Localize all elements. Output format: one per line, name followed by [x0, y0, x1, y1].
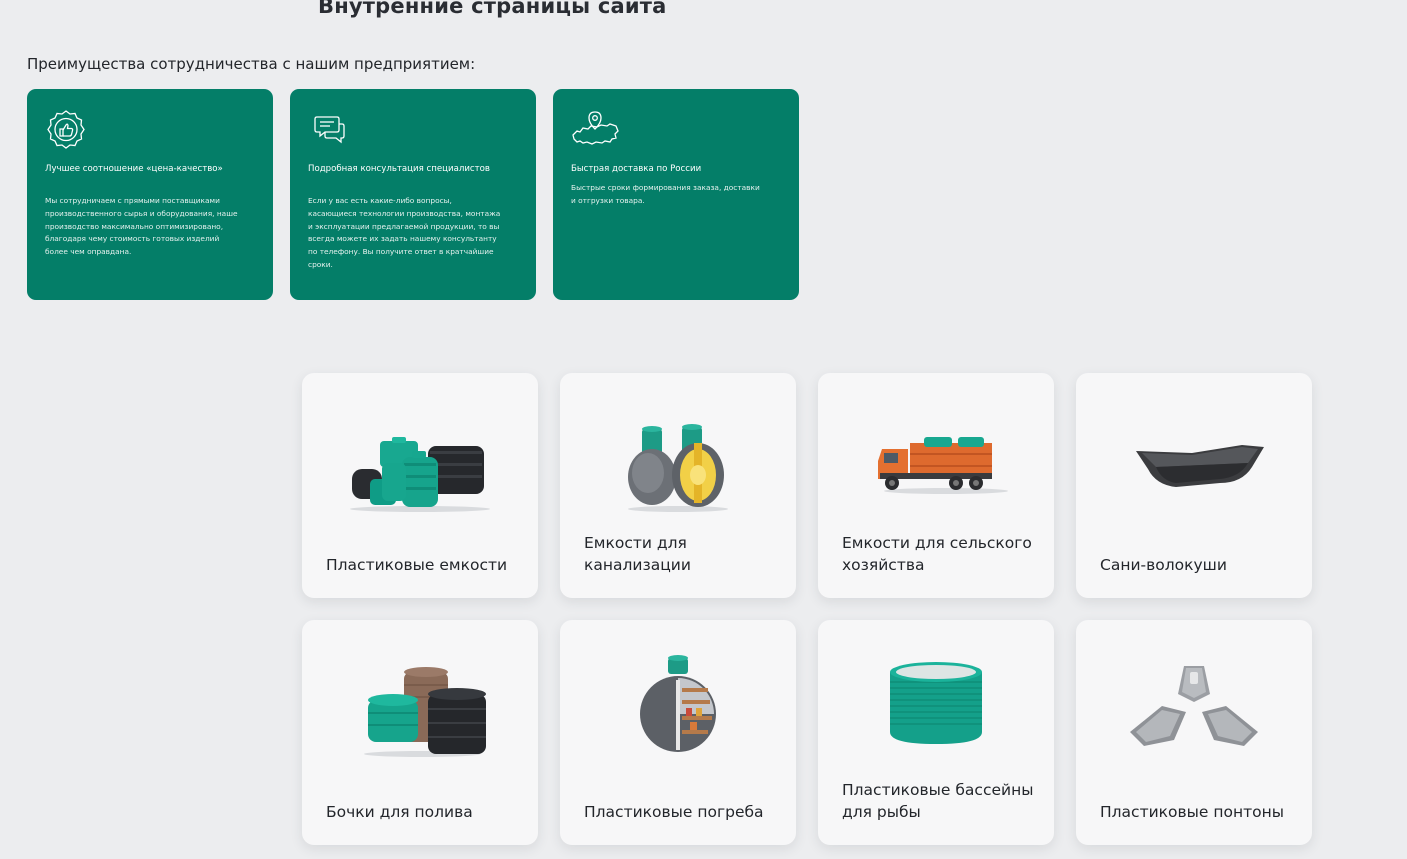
thumbs-up-badge-icon — [45, 109, 87, 151]
agricultural-truck-tank-image — [858, 413, 1014, 513]
catalog-card-label: Пластиковые емкости — [326, 556, 508, 574]
watering-barrels-image — [342, 660, 498, 760]
catalog-card-label: Бочки для полива — [326, 803, 473, 821]
plastic-pontoons-image — [1116, 658, 1272, 758]
page: Внутренние страницы сайта Преимущества с… — [0, 0, 1407, 859]
benefit-title: Подробная консультация специалистов — [308, 164, 490, 174]
catalog-card-plastic-pontoons[interactable]: Пластиковые понтоны — [1076, 620, 1312, 845]
chat-bubbles-icon — [308, 109, 350, 151]
catalog-card-agricultural-tanks[interactable]: Емкости для сельского хозяйства — [818, 373, 1054, 598]
benefit-card-price-quality: Лучшее соотношение «цена-качество» Мы со… — [27, 89, 273, 300]
catalog-card-label: Емкости для канализации — [584, 534, 691, 574]
benefits-heading: Преимущества сотрудничества с нашим пред… — [27, 55, 476, 73]
catalog-card-label: Сани-волокуши — [1100, 556, 1227, 574]
benefit-title: Быстрая доставка по России — [571, 164, 702, 174]
page-title: Внутренние страницы сайта — [318, 0, 667, 18]
catalog-card-plastic-tanks[interactable]: Пластиковые емкости — [302, 373, 538, 598]
benefit-text: Если у вас есть какие-либо вопросы, каса… — [308, 196, 501, 269]
russia-map-pin-icon — [571, 109, 619, 151]
benefit-text: Быстрые сроки формирования заказа, доста… — [571, 183, 760, 205]
sewage-tanks-image — [600, 413, 756, 513]
benefit-title: Лучшее соотношение «цена-качество» — [45, 164, 223, 174]
catalog-card-sewage-tanks[interactable]: Емкости для канализации — [560, 373, 796, 598]
catalog-card-drag-sled[interactable]: Сани-волокуши — [1076, 373, 1312, 598]
catalog-card-fish-pool[interactable]: Пластиковые бассейны для рыбы — [818, 620, 1054, 845]
catalog-card-label: Пластиковые понтоны — [1100, 803, 1285, 821]
fish-pool-image — [858, 658, 1014, 758]
catalog-card-label: Пластиковые бассейны для рыбы — [842, 781, 1034, 821]
benefit-text: Мы сотрудничаем с прямыми поставщиками п… — [45, 196, 238, 257]
benefit-card-consultation: Подробная консультация специалистов Если… — [290, 89, 536, 300]
catalog-card-label: Пластиковые погреба — [584, 803, 764, 821]
catalog-card-label: Емкости для сельского хозяйства — [842, 534, 1032, 574]
catalog-card-plastic-cellar[interactable]: Пластиковые погреба — [560, 620, 796, 845]
catalog-card-watering-barrels[interactable]: Бочки для полива — [302, 620, 538, 845]
plastic-cellar-image — [600, 654, 756, 764]
drag-sled-image — [1116, 413, 1272, 513]
plastic-tanks-image — [342, 413, 498, 513]
benefit-card-delivery: Быстрая доставка по России Быстрые сроки… — [553, 89, 799, 300]
